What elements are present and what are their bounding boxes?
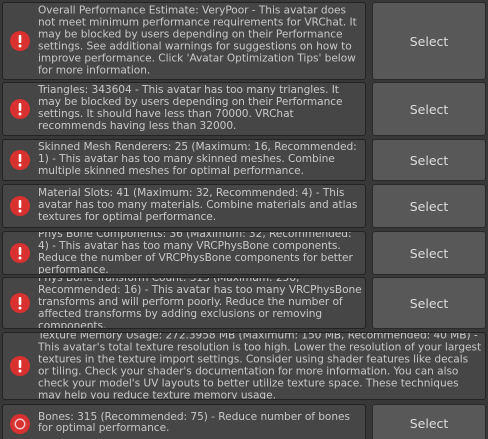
select-button[interactable]: Select <box>372 82 486 136</box>
error-icon <box>10 196 30 216</box>
error-icon <box>10 99 30 119</box>
warning-text: Overall Performance Estimate: VeryPoor -… <box>38 4 357 76</box>
warning-text: Material Slots: 41 (Maximum: 32, Recomme… <box>38 187 358 223</box>
performance-warnings-panel: Overall Performance Estimate: VeryPoor -… <box>0 0 488 439</box>
error-icon <box>10 356 30 376</box>
warning-row: Material Slots: 41 (Maximum: 32, Recomme… <box>0 184 488 228</box>
select-button[interactable]: Select <box>372 139 486 181</box>
warning-row: Bones: 315 (Recommended: 75) - Reduce nu… <box>0 404 488 439</box>
warning-text: Skinned Mesh Renderers: 25 (Maximum: 16,… <box>38 141 357 177</box>
warning-text: Bones: 315 (Recommended: 75) - Reduce nu… <box>38 410 350 435</box>
warning-row: Skinned Mesh Renderers: 25 (Maximum: 16,… <box>0 139 488 181</box>
select-button[interactable]: Select <box>372 277 486 329</box>
warning-text: Texture Memory Usage: 272.3958 MB (Maxim… <box>38 332 482 400</box>
select-button[interactable]: Select <box>372 231 486 275</box>
warning-message-box: Phys Bone Transform Count: 313 (Maximum:… <box>2 277 366 329</box>
warning-message-box: Material Slots: 41 (Maximum: 32, Recomme… <box>2 184 366 228</box>
warning-row: Texture Memory Usage: 272.3958 MB (Maxim… <box>0 332 488 400</box>
warning-text: Phys Bone Transform Count: 313 (Maximum:… <box>38 277 362 329</box>
error-icon <box>10 31 30 51</box>
warning-message-box: Skinned Mesh Renderers: 25 (Maximum: 16,… <box>2 139 366 181</box>
select-button[interactable]: Select <box>372 404 486 439</box>
select-button[interactable]: Select <box>372 184 486 228</box>
warning-message-box: Texture Memory Usage: 272.3958 MB (Maxim… <box>2 332 486 400</box>
warning-row: Overall Performance Estimate: VeryPoor -… <box>0 2 488 80</box>
error-icon <box>10 243 30 263</box>
warning-text: Triangles: 343604 - This avatar has too … <box>38 84 343 132</box>
error-icon <box>10 150 30 170</box>
warning-message-box: Phys Bone Components: 36 (Maximum: 32, R… <box>2 231 366 275</box>
error-icon <box>10 413 30 434</box>
error-icon <box>10 293 30 313</box>
warning-message-box: Triangles: 343604 - This avatar has too … <box>2 82 366 136</box>
warning-row: Phys Bone Components: 36 (Maximum: 32, R… <box>0 231 488 275</box>
warning-text: Phys Bone Components: 36 (Maximum: 32, R… <box>38 231 353 275</box>
warning-row: Phys Bone Transform Count: 313 (Maximum:… <box>0 277 488 329</box>
select-button[interactable]: Select <box>372 2 486 80</box>
warning-row: Triangles: 343604 - This avatar has too … <box>0 82 488 136</box>
warning-message-box: Overall Performance Estimate: VeryPoor -… <box>2 2 366 80</box>
warning-message-box: Bones: 315 (Recommended: 75) - Reduce nu… <box>2 404 366 439</box>
